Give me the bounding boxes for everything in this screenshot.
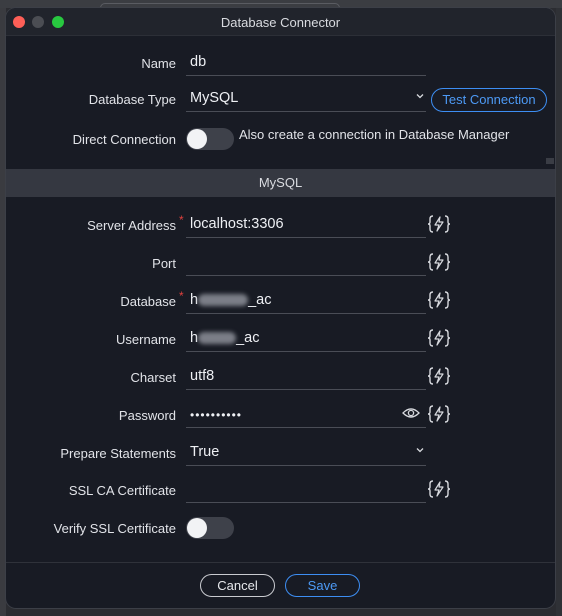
toggle-knob <box>187 129 207 149</box>
database-field[interactable]: h _ac <box>186 286 426 314</box>
toggle-knob <box>187 518 207 538</box>
verify-ssl-row: Verify SSL Certificate <box>6 509 555 547</box>
password-field[interactable]: •••••••••• <box>186 400 426 428</box>
password-label: Password <box>118 408 176 423</box>
variable-bolt-icon[interactable] <box>427 214 451 234</box>
ssl-ca-row: SSL CA Certificate <box>6 471 555 509</box>
port-field[interactable] <box>186 248 426 276</box>
background-app-top <box>0 0 562 13</box>
prepare-statements-select[interactable]: True <box>186 438 426 466</box>
username-label: Username <box>116 332 176 347</box>
username-prefix: h <box>190 330 199 346</box>
window-title: Database Connector <box>220 15 341 30</box>
database-type-value: MySQL <box>190 90 239 106</box>
prepare-statements-row: Prepare Statements True <box>6 434 555 472</box>
charset-row: Charset utf8 <box>6 358 555 396</box>
name-row: Name db <box>6 44 555 82</box>
database-connector-dialog: Database Connector Name db Database Type… <box>6 8 555 608</box>
variable-bolt-icon[interactable] <box>427 328 451 348</box>
name-field[interactable]: db <box>186 48 426 76</box>
name-label: Name <box>141 56 176 71</box>
variable-bolt-icon[interactable] <box>427 252 451 272</box>
variable-bolt-icon[interactable] <box>427 404 451 424</box>
password-row: Password •••••••••• <box>6 396 555 434</box>
prepare-statements-value: True <box>190 444 220 460</box>
ssl-ca-field[interactable] <box>186 475 426 503</box>
server-address-label: Server Address <box>87 218 176 233</box>
direct-connection-toggle[interactable] <box>186 128 234 150</box>
database-suffix: _ac <box>248 292 272 308</box>
chevron-down-icon <box>416 448 424 453</box>
charset-field[interactable]: utf8 <box>186 362 426 390</box>
footer-divider <box>6 562 555 563</box>
charset-label: Charset <box>130 370 176 385</box>
scrollbar-mark[interactable] <box>546 158 554 164</box>
username-row: Username h _ac <box>6 320 555 358</box>
variable-bolt-icon[interactable] <box>427 366 451 386</box>
database-row: Database * h _ac <box>6 282 555 320</box>
redacted-text <box>198 332 237 345</box>
database-type-label: Database Type <box>88 92 176 107</box>
prepare-statements-label: Prepare Statements <box>60 446 176 461</box>
save-button[interactable]: Save <box>285 574 360 597</box>
required-marker: * <box>179 213 184 227</box>
redacted-text <box>198 294 249 307</box>
database-prefix: h <box>190 292 199 308</box>
direct-connection-description: Also create a connection in Database Man… <box>239 127 510 142</box>
direct-connection-label: Direct Connection <box>72 132 176 147</box>
database-label: Database <box>120 294 176 309</box>
variable-bolt-icon[interactable] <box>427 290 451 310</box>
username-suffix: _ac <box>236 330 260 346</box>
ssl-ca-label: SSL CA Certificate <box>68 483 176 498</box>
mysql-section-header: MySQL <box>6 169 555 197</box>
variable-bolt-icon[interactable] <box>427 479 451 499</box>
database-type-select[interactable]: MySQL <box>186 84 426 112</box>
direct-connection-row: Direct Connection Also create a connecti… <box>6 120 555 158</box>
port-label: Port <box>152 256 176 271</box>
server-address-field[interactable]: localhost:3306 <box>186 210 426 238</box>
username-field[interactable]: h _ac <box>186 324 426 352</box>
verify-ssl-label: Verify SSL Certificate <box>53 521 176 536</box>
section-title: MySQL <box>258 175 303 190</box>
cancel-button[interactable]: Cancel <box>200 574 275 597</box>
title-bar: Database Connector <box>6 8 555 36</box>
test-connection-button[interactable]: Test Connection <box>431 88 547 112</box>
required-marker: * <box>179 289 184 303</box>
verify-ssl-toggle[interactable] <box>186 517 234 539</box>
background-app-right <box>556 0 562 616</box>
server-address-row: Server Address * localhost:3306 <box>6 206 555 244</box>
eye-icon[interactable] <box>402 407 420 419</box>
port-row: Port <box>6 244 555 282</box>
chevron-down-icon <box>416 94 424 99</box>
